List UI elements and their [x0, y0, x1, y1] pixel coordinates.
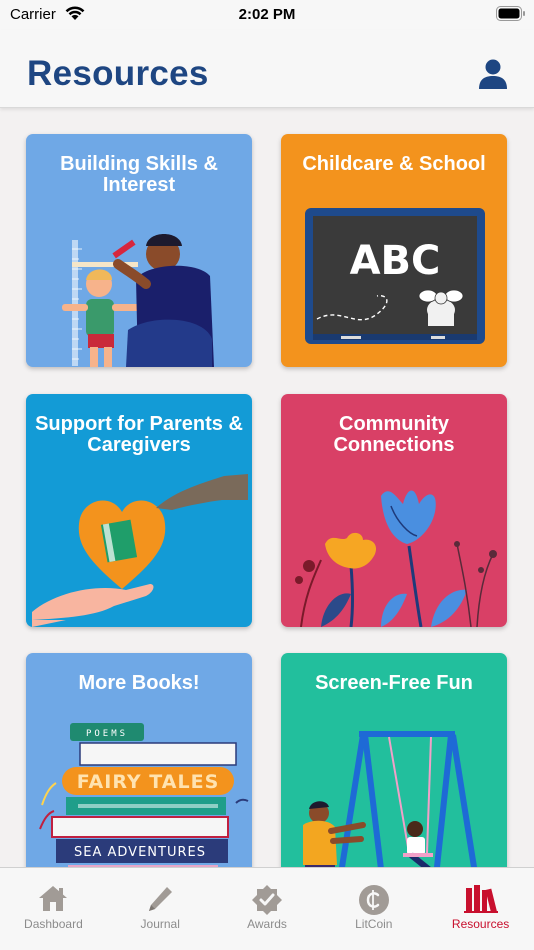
tab-resources[interactable]: Resources	[427, 868, 534, 950]
person-icon[interactable]	[478, 58, 508, 90]
clock: 2:02 PM	[238, 6, 296, 23]
card-childcare-school[interactable]: ABC Childcare & School	[281, 134, 507, 367]
tab-label: LitCoin	[355, 917, 393, 931]
tab-journal[interactable]: Journal	[107, 868, 214, 950]
book-title-sea-adventures: SEA ADVENTURES	[74, 845, 206, 860]
card-support-parents[interactable]: Support for Parents & Caregivers	[26, 394, 252, 627]
status-bar: Carrier 2:02 PM	[0, 0, 534, 30]
card-community-connections[interactable]: Community Connections	[281, 394, 507, 627]
battery-icon	[496, 6, 525, 21]
resources-screen: Carrier 2:02 PM Resources Building Skill…	[0, 0, 534, 950]
coin-icon	[358, 885, 389, 915]
book-title-fairy-tales: FAIRY TALES	[77, 771, 220, 793]
card-label: Building Skills & Interest	[60, 153, 218, 196]
board-text: ABC	[350, 238, 441, 284]
card-label: More Books!	[78, 672, 200, 694]
page-title: Resources	[27, 54, 209, 93]
card-more-books[interactable]: POEMS FAIRY TALES SEA ADVENTURES More Bo…	[26, 653, 252, 886]
badge-check-icon	[251, 885, 282, 915]
pencil-icon	[149, 887, 173, 911]
tab-awards[interactable]: Awards	[214, 868, 321, 950]
card-label: Screen-Free Fun	[315, 672, 473, 694]
books-icon	[463, 885, 498, 913]
house-icon	[39, 886, 68, 911]
tab-label: Dashboard	[24, 917, 83, 931]
book-title-poems: POEMS	[86, 729, 128, 739]
tab-label: Journal	[140, 917, 180, 931]
card-label: Support for Parents & Caregivers	[35, 413, 243, 456]
card-label: Childcare & School	[302, 153, 486, 175]
card-screen-free-fun[interactable]: Screen-Free Fun	[281, 653, 507, 886]
card-building-skills[interactable]: Building Skills & Interest	[26, 134, 252, 367]
tab-label: Resources	[451, 917, 510, 931]
nav-header: Resources	[0, 30, 534, 108]
tab-dashboard[interactable]: Dashboard	[0, 868, 107, 950]
tab-litcoin[interactable]: LitCoin	[320, 868, 427, 950]
tab-label: Awards	[247, 917, 287, 931]
card-label: Community Connections	[333, 413, 455, 456]
tab-bar: Dashboard Journal Awards LitCoin Resourc…	[0, 867, 534, 950]
